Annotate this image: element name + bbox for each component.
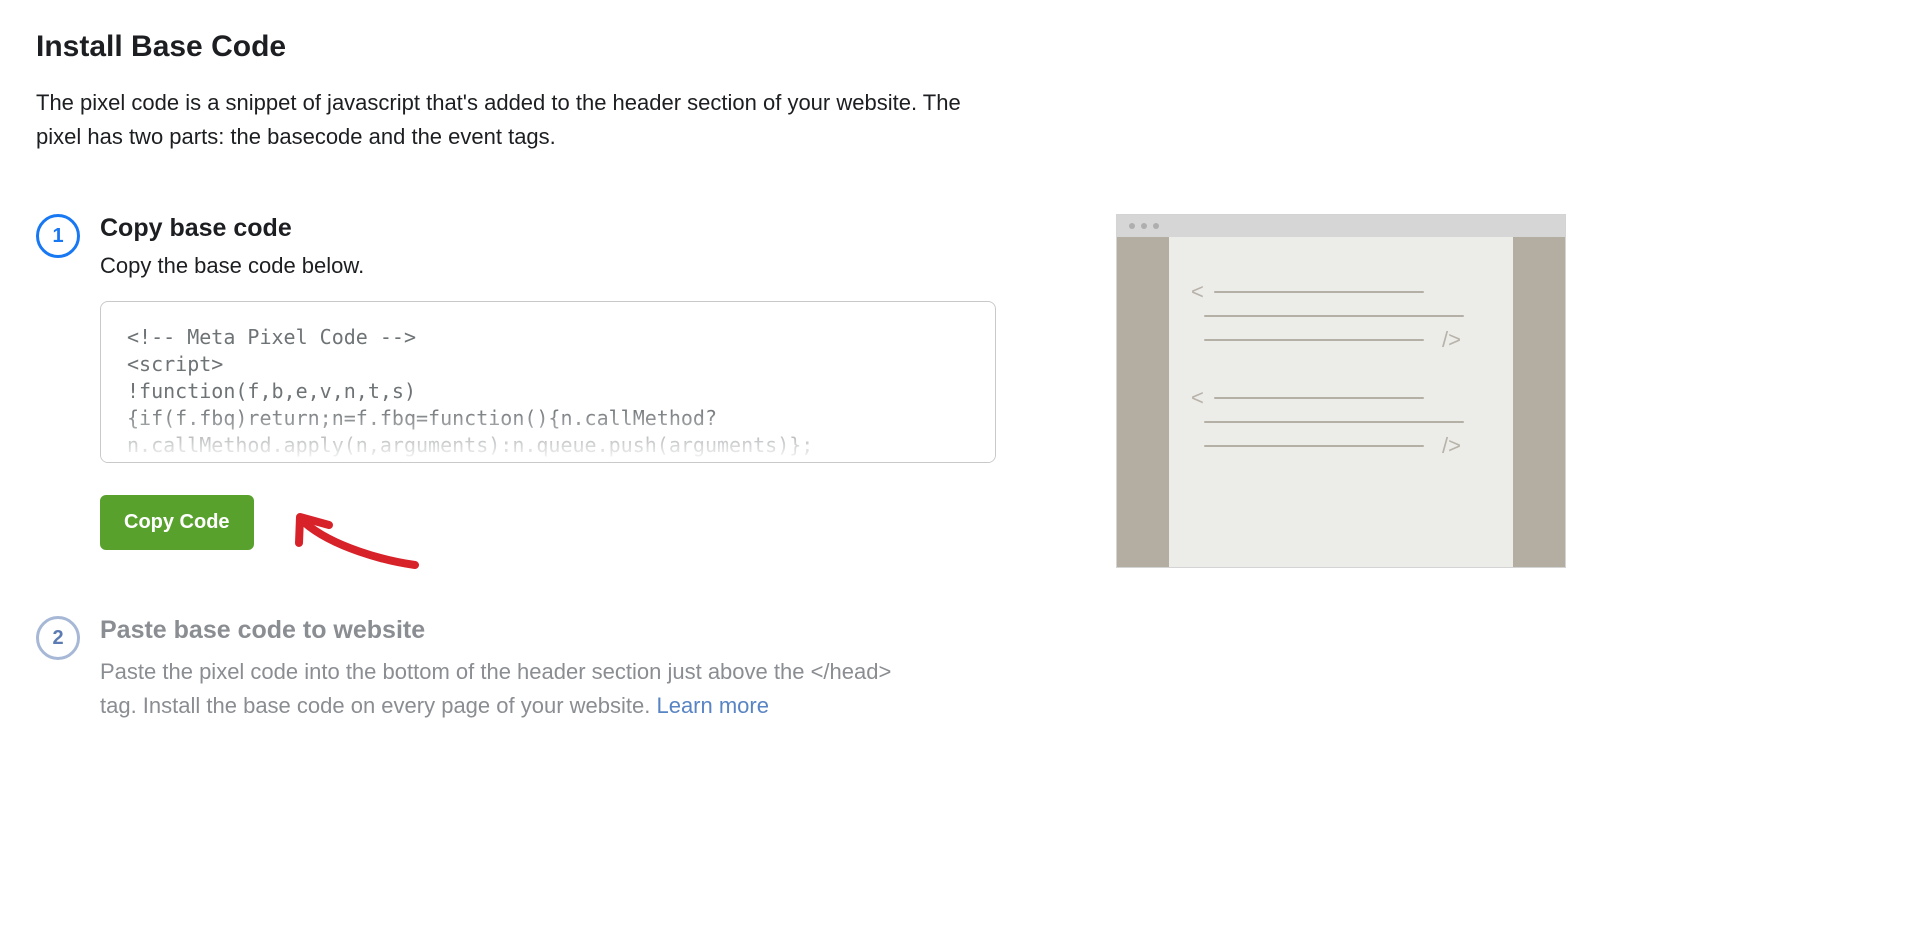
learn-more-link[interactable]: Learn more [656, 693, 769, 718]
step-number-1: 1 [36, 214, 80, 258]
close-angle-icon: /> [1442, 433, 1461, 459]
page-title: Install Base Code [36, 30, 1878, 64]
code-snippet-box[interactable]: <!-- Meta Pixel Code --> <script> !funct… [100, 301, 996, 463]
website-code-illustration: < /> < /> [1116, 214, 1566, 568]
close-angle-icon: /> [1442, 327, 1461, 353]
copy-code-button[interactable]: Copy Code [100, 495, 254, 550]
step-2-title: Paste base code to website [100, 616, 996, 645]
step-2-text: Paste the pixel code into the bottom of … [100, 655, 920, 723]
step-number-2: 2 [36, 616, 80, 660]
page-description: The pixel code is a snippet of javascrip… [36, 86, 1006, 154]
step-2: 2 Paste base code to website Paste the p… [36, 616, 996, 723]
angle-bracket-icon: < [1191, 279, 1204, 305]
annotation-arrow-icon [285, 487, 425, 577]
step-1: 1 Copy base code Copy the base code belo… [36, 214, 996, 590]
step-1-title: Copy base code [100, 214, 996, 243]
step-1-subtitle: Copy the base code below. [100, 253, 996, 279]
angle-bracket-icon: < [1191, 385, 1204, 411]
